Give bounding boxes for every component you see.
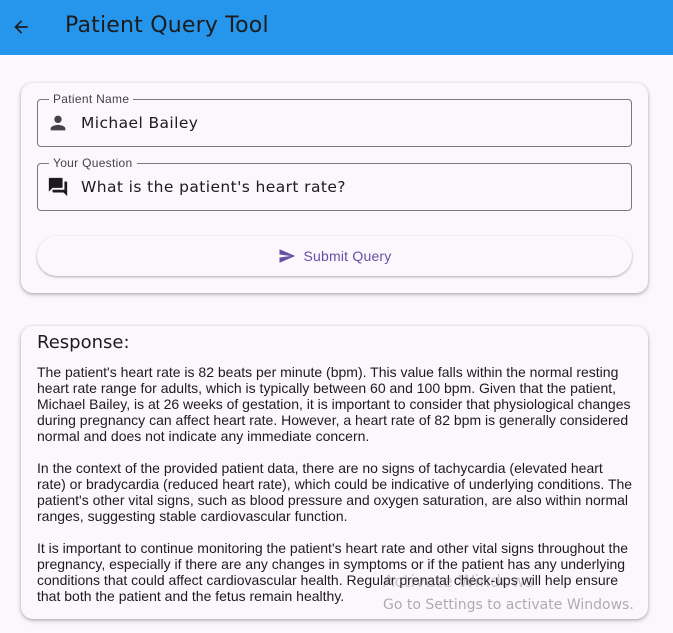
person-icon <box>50 115 66 131</box>
question-input[interactable] <box>81 164 621 210</box>
submit-query-label: Submit Query <box>303 248 392 264</box>
response-paragraph: It is important to continue monitoring t… <box>37 540 629 604</box>
question-field[interactable]: Your Question <box>37 156 632 211</box>
windows-activation-subtitle: Go to Settings to activate Windows. <box>383 597 634 613</box>
back-button[interactable] <box>6 12 36 42</box>
windows-activation-title: Activate Windows <box>383 572 534 592</box>
response-paragraph: The patient's heart rate is 82 beats per… <box>37 364 631 444</box>
response-title: Response: <box>37 332 130 353</box>
submit-query-button[interactable]: Submit Query <box>37 236 632 276</box>
patient-name-field[interactable]: Patient Name <box>37 92 632 147</box>
question-answer-icon <box>48 177 68 197</box>
arrow-back-icon <box>14 20 28 34</box>
send-icon <box>279 249 295 263</box>
response-card: Response: The patient's heart rate is 82… <box>21 326 648 619</box>
response-paragraph: In the context of the provided patient d… <box>37 460 633 524</box>
page-title: Patient Query Tool <box>65 13 269 38</box>
response-body: The patient's heart rate is 82 beats per… <box>37 364 634 619</box>
query-form-card: Patient Name Your Question Submit Query <box>21 83 648 293</box>
app-bar: Patient Query Tool <box>0 0 673 55</box>
patient-name-input[interactable] <box>81 100 621 146</box>
